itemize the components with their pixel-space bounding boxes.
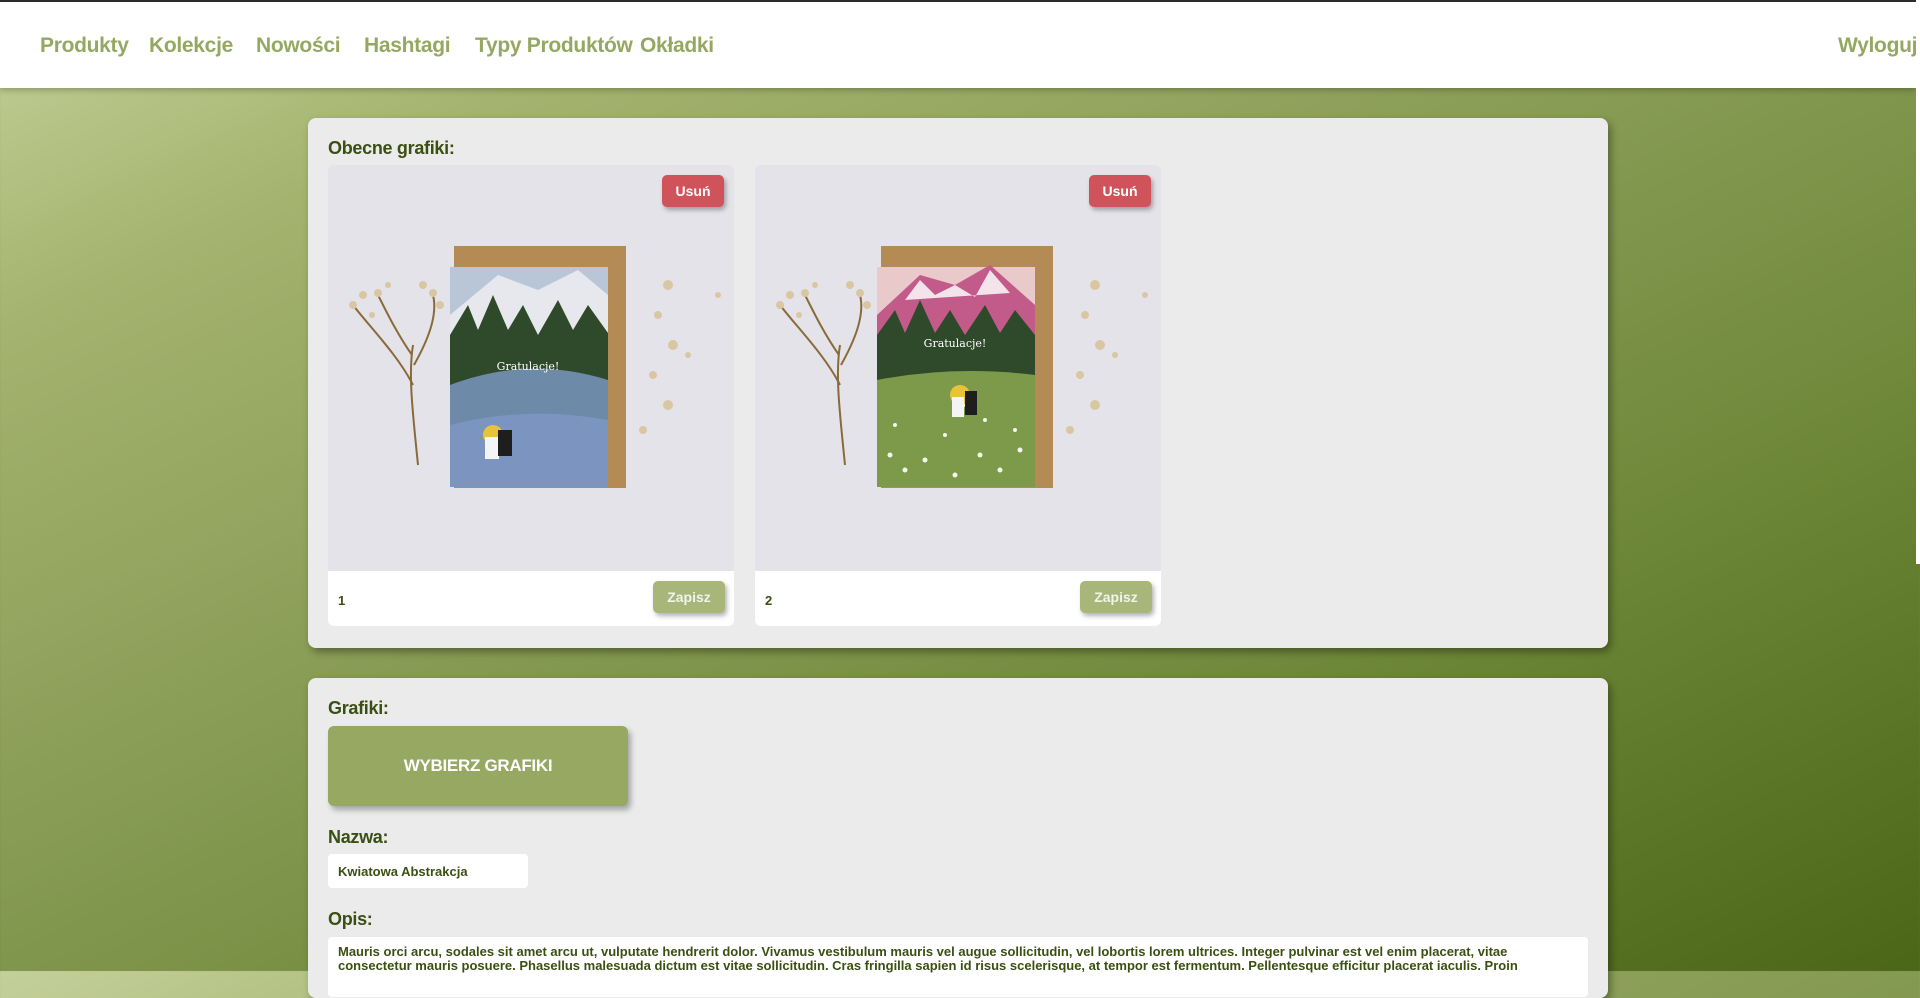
choose-graphics-button[interactable]: WYBIERZ GRAFIKI: [328, 726, 628, 806]
current-graphics-label: Obecne grafiki:: [328, 138, 455, 158]
description-label: Opis:: [328, 909, 373, 929]
graphics-label: Grafiki:: [328, 698, 389, 718]
nav-item-produkty[interactable]: Produkty: [40, 34, 129, 58]
delete-graphic-button[interactable]: Usuń: [1089, 175, 1151, 207]
graphic-card: Gratulacje! Usuń 1 Zapisz: [328, 165, 734, 626]
description-textarea[interactable]: Mauris orci arcu, sodales sit amet arcu …: [328, 937, 1588, 997]
nav-item-typy-produktow[interactable]: Typy Produktów: [475, 34, 633, 58]
nav-item-kolekcje[interactable]: Kolekcje: [149, 34, 233, 58]
save-graphic-button[interactable]: Zapisz: [653, 581, 725, 613]
logout-link[interactable]: Wyloguj: [1838, 34, 1917, 58]
current-graphics-panel: Obecne grafiki: Gratulacje! Usuń 1 Zapis…: [308, 118, 1608, 648]
save-graphic-button[interactable]: Zapisz: [1080, 581, 1152, 613]
top-navigation-bar: Produkty Kolekcje Nowości Hashtagi Typy …: [0, 0, 1917, 88]
graphic-order-number[interactable]: 1: [338, 593, 345, 608]
nav-item-hashtagi[interactable]: Hashtagi: [364, 34, 451, 58]
name-label: Nazwa:: [328, 827, 389, 847]
card-greeting-text: Gratulacje!: [924, 337, 987, 350]
nav-item-nowosci[interactable]: Nowości: [256, 34, 341, 58]
product-form-panel: Grafiki: WYBIERZ GRAFIKI Nazwa: Opis: Ma…: [308, 678, 1608, 998]
nav-item-okladki[interactable]: Okładki: [640, 34, 714, 58]
graphic-image: Gratulacje! Usuń: [755, 165, 1161, 571]
card-greeting-text: Gratulacje!: [497, 360, 560, 373]
scrollbar[interactable]: [1916, 0, 1920, 564]
delete-graphic-button[interactable]: Usuń: [662, 175, 724, 207]
graphic-card: Gratulacje! Usuń 2 Zapisz: [755, 165, 1161, 626]
graphic-image: Gratulacje! Usuń: [328, 165, 734, 571]
name-input[interactable]: [328, 854, 528, 888]
graphic-order-number[interactable]: 2: [765, 593, 772, 608]
